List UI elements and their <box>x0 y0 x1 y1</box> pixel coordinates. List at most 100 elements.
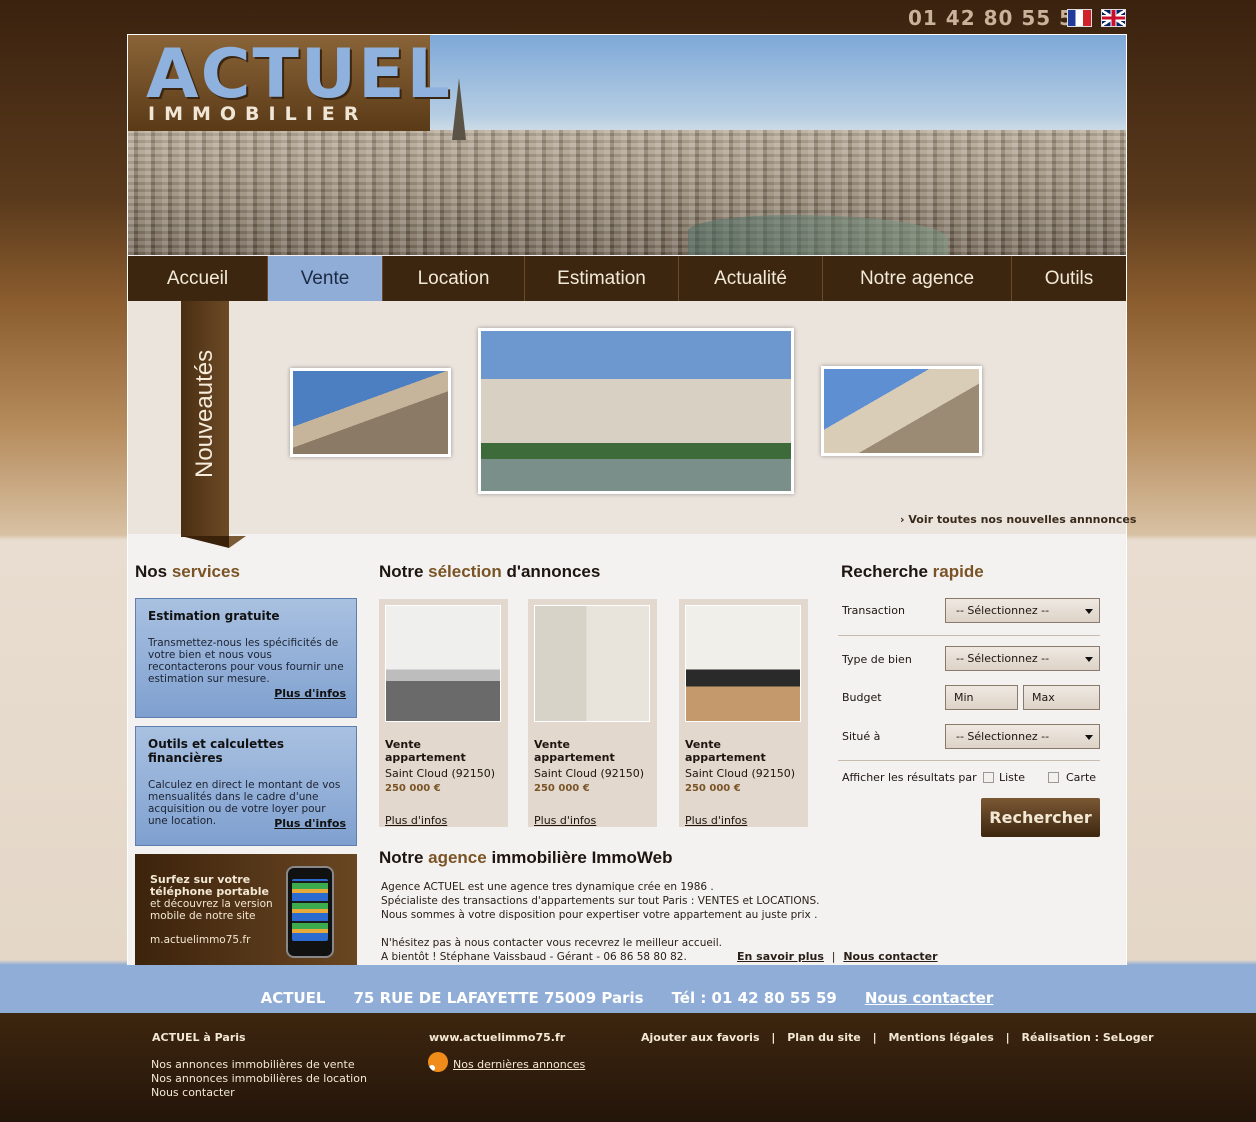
nav-item-location[interactable]: Location <box>383 256 525 301</box>
french-flag-icon[interactable] <box>1067 9 1092 27</box>
agency-line: Agence ACTUEL est une agence tres dynami… <box>381 881 714 893</box>
budget-min-input[interactable]: Min <box>945 685 1018 710</box>
services-title-plain: Nos <box>135 562 172 581</box>
agency-title-accent: agence <box>428 848 487 867</box>
haussmann-roof-photo <box>824 369 979 453</box>
listing-type: Vente appartement <box>385 738 466 764</box>
nouveautes-label: Nouveautés <box>191 349 218 478</box>
nav-item-outils[interactable]: Outils <box>1012 256 1126 301</box>
budget-label: Budget <box>842 691 882 704</box>
listing-photo[interactable] <box>685 605 801 722</box>
chevron-down-icon <box>1085 609 1093 614</box>
transaction-label: Transaction <box>842 604 905 617</box>
nouveaute-thumb-left[interactable] <box>290 368 451 457</box>
footer-links: Ajouter aux favoris | Plan du site | Men… <box>641 1031 1154 1044</box>
selection-title: Notre sélection d'annonces <box>379 562 600 582</box>
listing-card[interactable]: Vente appartement Saint Cloud (92150) 25… <box>379 599 508 827</box>
search-button[interactable]: Rechercher <box>981 798 1100 837</box>
listing-card[interactable]: Vente appartement Saint Cloud (92150) 25… <box>528 599 657 827</box>
footer-link-rental[interactable]: Nos annonces immobilières de location <box>151 1072 367 1086</box>
english-flag-icon[interactable] <box>1101 9 1126 27</box>
property-type-label: Type de bien <box>842 653 912 666</box>
selection-title-b: d'annonces <box>501 562 601 581</box>
see-all-new-listings-link[interactable]: › Voir toutes nos nouvelles annnonces <box>900 513 1136 526</box>
listing-photo[interactable] <box>534 605 650 722</box>
listing-type: Vente appartement <box>534 738 615 764</box>
divider <box>838 760 1100 761</box>
location-label: Situé à <box>842 730 881 743</box>
nav-item-notre-agence[interactable]: Notre agence <box>823 256 1012 301</box>
link-separator: | <box>831 950 836 963</box>
budget-max-input[interactable]: Max <box>1023 685 1100 710</box>
listing-type: Vente appartement <box>685 738 766 764</box>
nav-item-accueil[interactable]: Accueil <box>128 256 268 301</box>
listing-city: Saint Cloud (92150) <box>385 767 496 780</box>
footer-col1-title: ACTUEL à Paris <box>152 1031 246 1044</box>
ribbon-fold <box>181 536 229 548</box>
listing-card[interactable]: Vente appartement Saint Cloud (92150) 25… <box>679 599 808 827</box>
nouveaute-thumb-center[interactable] <box>478 328 794 494</box>
listing-more-link[interactable]: Plus d'infos <box>534 814 651 827</box>
add-favorites-link[interactable]: Ajouter aux favoris <box>641 1031 760 1044</box>
bar-contact-link[interactable]: Nous contacter <box>865 984 994 1012</box>
nav-item-vente[interactable]: Vente <box>268 256 383 301</box>
selection-title-a: Notre <box>379 562 429 581</box>
legal-link[interactable]: Mentions légales <box>888 1031 993 1044</box>
listing-photo[interactable] <box>385 605 501 722</box>
nouveaute-thumb-right[interactable] <box>821 366 982 456</box>
listing-price: 250 000 € <box>685 783 741 794</box>
footer-link-contact[interactable]: Nous contacter <box>151 1086 367 1100</box>
service-more-link[interactable]: Plus d'infos <box>274 817 346 830</box>
listing-more-link[interactable]: Plus d'infos <box>685 814 802 827</box>
services-title-accent: services <box>171 562 240 581</box>
transaction-select[interactable]: -- Sélectionnez -- <box>945 598 1100 623</box>
service-box-estimation[interactable]: Estimation gratuite Transmettez-nous les… <box>135 598 357 718</box>
agency-title-b: immobilière ImmoWeb <box>486 848 673 867</box>
learn-more-link[interactable]: En savoir plus <box>737 950 824 963</box>
quai-buildings-photo <box>481 331 791 491</box>
nav-item-estimation[interactable]: Estimation <box>525 256 679 301</box>
listing-price: 250 000 € <box>385 783 441 794</box>
footer-link-sale[interactable]: Nos annonces immobilières de vente <box>151 1058 367 1072</box>
transaction-select-value: -- Sélectionnez -- <box>956 604 1050 617</box>
footer-site-url[interactable]: www.actuelimmo75.fr <box>429 1031 565 1044</box>
mobile-title: Surfez sur votre téléphone portable <box>150 873 269 898</box>
mobile-text: et découvrez la version mobile de notre … <box>150 898 273 922</box>
listing-city: Saint Cloud (92150) <box>534 767 645 780</box>
search-title-plain: Recherche <box>841 562 933 581</box>
service-text: Transmettez-nous les spécificités de vot… <box>148 637 344 685</box>
eiffel-tower-icon <box>452 78 466 140</box>
listing-city: Saint Cloud (92150) <box>685 767 796 780</box>
property-type-select-value: -- Sélectionnez -- <box>956 652 1050 665</box>
list-option-label: Liste <box>999 771 1025 784</box>
sitemap-link[interactable]: Plan du site <box>787 1031 861 1044</box>
location-select[interactable]: -- Sélectionnez -- <box>945 724 1100 749</box>
service-more-link[interactable]: Plus d'infos <box>274 687 346 700</box>
list-checkbox[interactable] <box>983 772 994 783</box>
agency-line: N'hésitez pas à nous contacter vous rece… <box>381 937 722 949</box>
display-results-label: Afficher les résultats par <box>842 771 977 784</box>
divider <box>838 635 1100 636</box>
contact-link[interactable]: Nous contacter <box>843 950 937 963</box>
main-nav: Accueil Vente Location Estimation Actual… <box>128 256 1126 301</box>
smartphone-screen <box>292 879 328 941</box>
contact-bar-content: ACTUEL 75 RUE DE LAFAYETTE 75009 Paris T… <box>127 984 1127 1012</box>
logo-subtitle: IMMOBILIER <box>148 103 368 125</box>
company-phone: Tél : 01 42 80 55 59 <box>671 989 837 1007</box>
listing-price: 250 000 € <box>534 783 590 794</box>
nav-item-actualite[interactable]: Actualité <box>679 256 823 301</box>
property-type-select[interactable]: -- Sélectionnez -- <box>945 646 1100 671</box>
agency-line-spacer <box>381 922 841 936</box>
selection-title-accent: sélection <box>428 562 502 581</box>
listing-more-link[interactable]: Plus d'infos <box>385 814 502 827</box>
service-title: Outils et calculettes financières <box>148 737 285 765</box>
map-checkbox[interactable] <box>1048 772 1059 783</box>
service-box-outils[interactable]: Outils et calculettes financières Calcul… <box>135 726 357 846</box>
footer-rss-link[interactable]: Nos dernières annonces <box>453 1058 585 1071</box>
agency-title: Notre agence immobilière ImmoWeb <box>379 848 673 868</box>
credits-link[interactable]: Réalisation : SeLoger <box>1022 1031 1154 1044</box>
search-title: Recherche rapide <box>841 562 984 582</box>
services-title: Nos services <box>135 562 240 582</box>
chevron-down-icon <box>1085 735 1093 740</box>
rss-icon[interactable] <box>428 1052 448 1072</box>
